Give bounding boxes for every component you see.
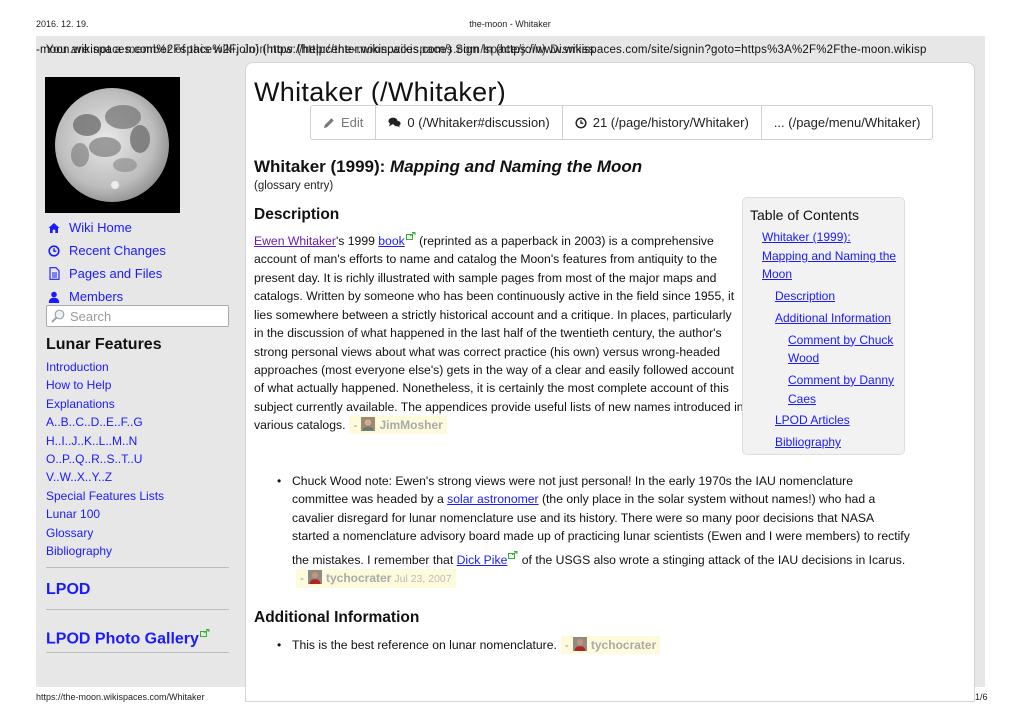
solar-astronomer-link[interactable]: solar astronomer bbox=[447, 492, 538, 506]
sidebar-link-o-u[interactable]: O..P..Q..R..S..T..U bbox=[46, 450, 164, 468]
user-avatar[interactable] bbox=[572, 637, 587, 651]
attribution-user-link[interactable]: JimMosher bbox=[379, 418, 442, 432]
article-heading: Whitaker (1999): Mapping and Naming the … bbox=[254, 157, 642, 177]
sidebar-link-introduction[interactable]: Introduction bbox=[46, 358, 164, 376]
chuck-wood-comment-list: Chuck Wood note: Ewen's strong views wer… bbox=[272, 472, 912, 589]
print-footer-url: https://the-moon.wikispaces.com/Whitaker bbox=[36, 692, 205, 702]
clock-icon bbox=[47, 244, 61, 258]
history-button[interactable]: 21 (/page/history/Whitaker) bbox=[561, 106, 761, 139]
sidebar-item-recent-changes[interactable]: Recent Changes bbox=[47, 239, 166, 262]
search-input[interactable]: Search bbox=[46, 305, 229, 327]
text-fragment: This is the best reference on lunar nome… bbox=[292, 638, 557, 652]
sidebar-item-label: Recent Changes bbox=[69, 243, 166, 258]
external-link-icon bbox=[405, 227, 416, 245]
sidebar-item-label: Pages and Files bbox=[69, 266, 163, 281]
user-avatar[interactable] bbox=[308, 570, 322, 585]
external-link-icon bbox=[508, 546, 518, 564]
attribution-user-link[interactable]: tychocrater bbox=[591, 638, 656, 652]
text-fragment: 's 1999 bbox=[335, 234, 379, 249]
sidebar-link-explanations[interactable]: Explanations bbox=[46, 395, 164, 413]
edit-button[interactable]: Edit bbox=[311, 106, 375, 139]
sidebar-link-v-z[interactable]: V..W..X..Y..Z bbox=[46, 468, 164, 486]
sidebar-item-label: Members bbox=[69, 289, 124, 304]
sidebar-link-how-to-help[interactable]: How to Help bbox=[46, 376, 164, 394]
attribution-date: Jul 23, 2007 bbox=[394, 573, 452, 586]
toc-link-additional-information[interactable]: Additional Information bbox=[743, 309, 904, 328]
sidebar-divider bbox=[46, 609, 229, 610]
toc-list: Whitaker (1999): Mapping and Naming the … bbox=[743, 228, 904, 452]
toc-link-description[interactable]: Description bbox=[743, 287, 904, 306]
page-menu-button[interactable]: ... (/page/menu/Whitaker) bbox=[760, 106, 933, 139]
sidebar-link-bibliography[interactable]: Bibliography bbox=[46, 542, 164, 560]
article-heading-prefix: Whitaker (1999): bbox=[254, 157, 391, 176]
list-item: This is the best reference on lunar nome… bbox=[272, 636, 661, 655]
attribution-dash: - bbox=[353, 418, 358, 433]
page-menu-label: ... (/page/menu/Whitaker) bbox=[773, 115, 921, 130]
book-link[interactable]: book bbox=[378, 234, 404, 248]
page-toolbar: Edit 0 (/Whitaker#discussion) 21 (/page/… bbox=[310, 105, 934, 140]
attribution-badge: - JimMosher bbox=[349, 416, 447, 435]
dick-pike-link[interactable]: Dick Pike bbox=[457, 553, 508, 567]
toc-title: Table of Contents bbox=[750, 207, 859, 223]
sidebar-link-lpod-photo-gallery[interactable]: LPOD Photo Gallery bbox=[46, 624, 210, 648]
edit-label: Edit bbox=[341, 115, 364, 130]
sidebar-link-lunar-100[interactable]: Lunar 100 bbox=[46, 505, 164, 523]
search-placeholder: Search bbox=[70, 308, 112, 324]
attribution-badge: - tychocrater bbox=[560, 636, 661, 654]
external-link-icon bbox=[199, 624, 210, 642]
sidebar-item-wiki-home[interactable]: Wiki Home bbox=[47, 216, 166, 239]
sidebar-divider bbox=[46, 567, 229, 568]
toc-link-lpod-articles[interactable]: LPOD Articles bbox=[743, 411, 904, 430]
attribution-dash: - bbox=[564, 638, 569, 652]
toc-link-comment-danny-caes[interactable]: Comment by Danny Caes bbox=[743, 371, 904, 408]
print-title: the-moon - Whitaker bbox=[469, 19, 551, 29]
lunar-features-list: Introduction How to Help Explanations A.… bbox=[46, 358, 164, 560]
description-heading: Description bbox=[254, 206, 340, 223]
attribution-dash: - bbox=[300, 571, 304, 586]
sidebar-divider bbox=[46, 652, 229, 653]
content-panel: Whitaker (/Whitaker) Edit 0 (/Whitaker#d… bbox=[245, 62, 975, 702]
description-text: Ewen Whitaker's 1999 book (reprinted as … bbox=[254, 227, 744, 435]
document-icon bbox=[47, 267, 61, 281]
text-fragment: of the USGS also wrote a stinging attack… bbox=[521, 552, 906, 567]
article-heading-title: Mapping and Naming the Moon bbox=[390, 157, 643, 176]
discussion-button[interactable]: 0 (/Whitaker#discussion) bbox=[375, 106, 561, 139]
home-icon bbox=[47, 221, 61, 235]
attribution-user-link[interactable]: tychocrater bbox=[326, 571, 391, 585]
sidebar-link-lpod[interactable]: LPOD bbox=[46, 581, 90, 599]
glossary-note: (glossary entry) bbox=[254, 180, 334, 192]
banner-layer-b[interactable]: You are not a member of this wiki. Join … bbox=[46, 44, 595, 56]
sidebar-item-label: Wiki Home bbox=[69, 220, 132, 235]
sidebar-nav: Wiki Home Recent Changes Pages and Files… bbox=[47, 216, 166, 308]
text-fragment: (reprinted as a paperback in 2003) is a … bbox=[254, 234, 744, 433]
sidebar-link-glossary[interactable]: Glossary bbox=[46, 524, 164, 542]
toc-link-bibliography[interactable]: Bibliography bbox=[743, 433, 904, 452]
page-title: Whitaker (/Whitaker) bbox=[254, 77, 507, 107]
additional-information-list: This is the best reference on lunar nome… bbox=[272, 636, 661, 655]
sidebar-link-a-g[interactable]: A..B..C..D..E..F..G bbox=[46, 413, 164, 431]
lunar-features-heading: Lunar Features bbox=[46, 336, 162, 353]
pencil-icon bbox=[323, 117, 335, 129]
clock-icon bbox=[575, 116, 587, 129]
additional-information-heading: Additional Information bbox=[254, 609, 420, 626]
table-of-contents: Table of Contents Whitaker (1999): Mappi… bbox=[742, 197, 905, 455]
print-footer-page: 1/6 bbox=[975, 692, 988, 702]
toc-link-comment-chuck-wood[interactable]: Comment by Chuck Wood bbox=[743, 331, 904, 368]
attribution-badge: - tychocrater Jul 23, 2007 bbox=[296, 569, 456, 589]
sidebar-link-h-n[interactable]: H..I..J..K..L..M..N bbox=[46, 432, 164, 450]
search-icon bbox=[51, 309, 65, 323]
toc-link-article[interactable]: Whitaker (1999): Mapping and Naming the … bbox=[743, 228, 904, 284]
list-item: Chuck Wood note: Ewen's strong views wer… bbox=[272, 472, 912, 589]
sidebar-link-special-features[interactable]: Special Features Lists bbox=[46, 487, 164, 505]
user-avatar[interactable] bbox=[361, 417, 376, 432]
author-link[interactable]: Ewen Whitaker bbox=[254, 234, 336, 248]
sidebar-item-pages-and-files[interactable]: Pages and Files bbox=[47, 262, 166, 285]
comments-icon bbox=[388, 117, 402, 128]
user-icon bbox=[47, 290, 61, 304]
history-label: 21 (/page/history/Whitaker) bbox=[592, 115, 749, 130]
lpod-gallery-label: LPOD Photo Gallery bbox=[46, 630, 199, 648]
discussion-label: 0 (/Whitaker#discussion) bbox=[407, 115, 550, 130]
wiki-logo-moon[interactable] bbox=[45, 77, 180, 213]
